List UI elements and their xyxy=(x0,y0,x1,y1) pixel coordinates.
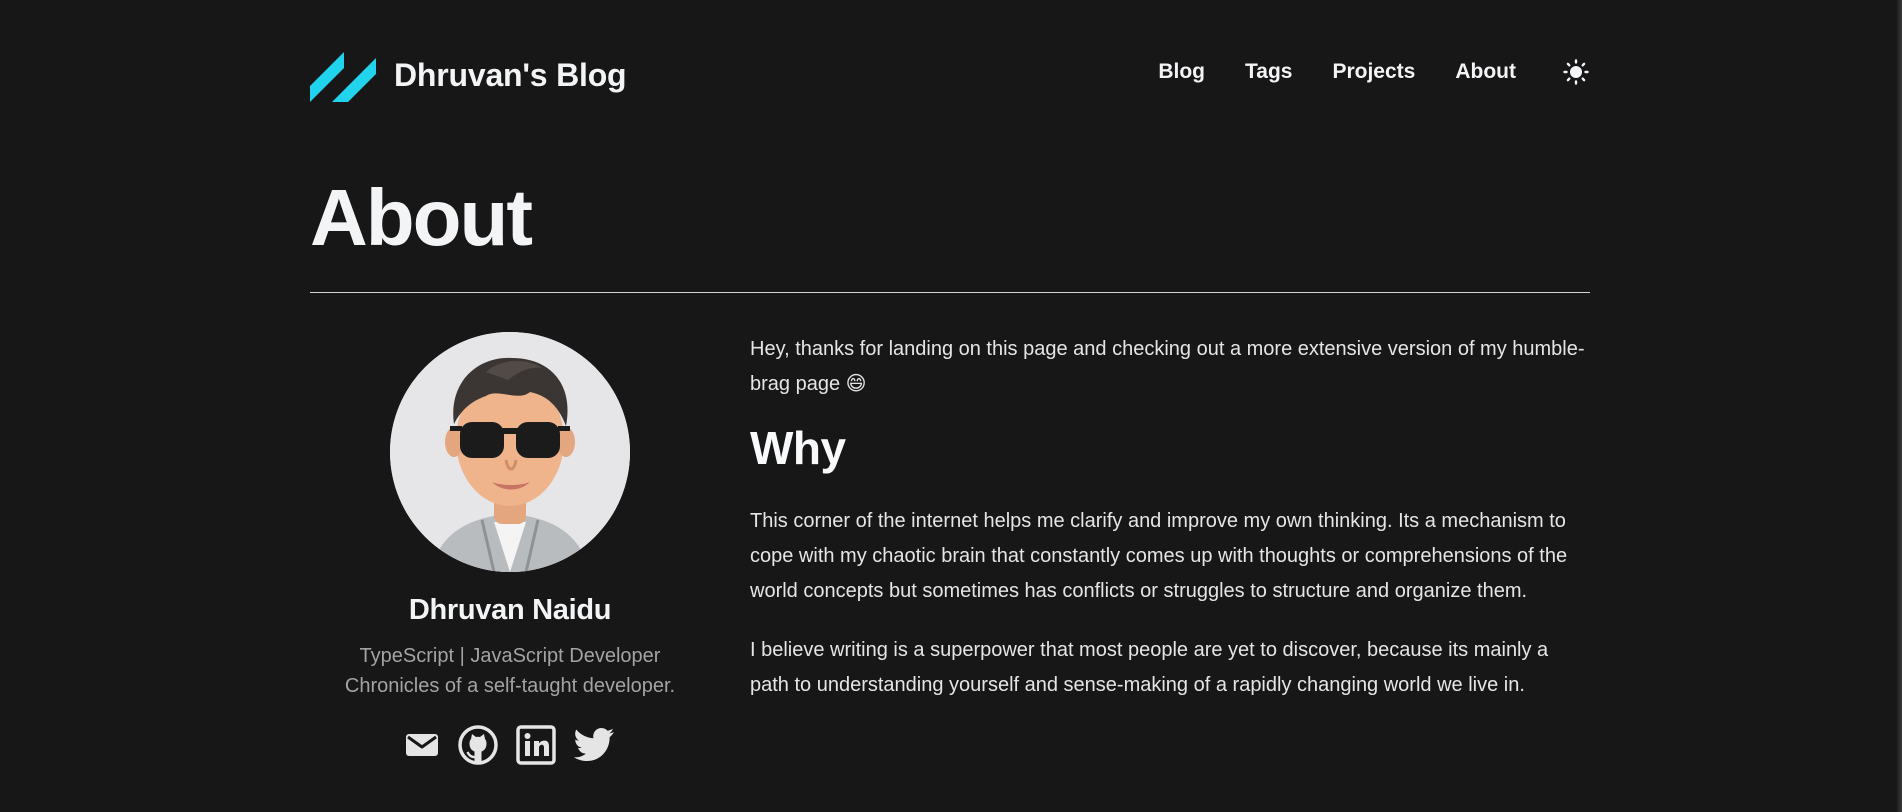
main-nav: Blog Tags Projects About xyxy=(1158,58,1590,86)
profile-role: TypeScript | JavaScript Developer xyxy=(359,645,661,667)
github-link[interactable] xyxy=(458,725,498,765)
why-paragraph-1: This corner of the internet helps me cla… xyxy=(750,510,1568,602)
nav-link-about[interactable]: About xyxy=(1455,60,1516,84)
theme-toggle-button[interactable] xyxy=(1562,58,1590,86)
site-title: Dhruvan's Blog xyxy=(394,56,627,93)
page: Dhruvan's Blog Blog Tags Projects About xyxy=(0,0,1902,812)
mail-icon xyxy=(406,734,438,756)
why-paragraph-2: I believe writing is a superpower that m… xyxy=(750,639,1549,696)
twitter-link[interactable] xyxy=(574,727,616,763)
nav-link-tags[interactable]: Tags xyxy=(1245,60,1292,84)
email-link[interactable] xyxy=(404,730,440,760)
about-content: Hey, thanks for landing on this page and… xyxy=(750,332,1590,703)
nav-link-projects[interactable]: Projects xyxy=(1332,60,1415,84)
main-container: Dhruvan's Blog Blog Tags Projects About xyxy=(310,0,1590,765)
nav-link-blog[interactable]: Blog xyxy=(1158,60,1205,84)
sun-icon xyxy=(1563,59,1589,85)
title-divider xyxy=(310,292,1590,293)
site-header: Dhruvan's Blog Blog Tags Projects About xyxy=(310,0,1590,150)
site-logo-link[interactable]: Dhruvan's Blog xyxy=(310,48,627,102)
profile-tagline: Chronicles of a self-taught developer. xyxy=(344,675,676,697)
profile-card: Dhruvan Naidu TypeScript | JavaScript De… xyxy=(310,332,710,765)
social-links xyxy=(310,725,710,765)
linkedin-icon xyxy=(516,725,556,765)
intro-paragraph: Hey, thanks for landing on this page and… xyxy=(750,338,1585,395)
github-icon xyxy=(458,725,498,765)
window-edge xyxy=(1896,0,1902,812)
linkedin-link[interactable] xyxy=(516,725,556,765)
page-title: About xyxy=(310,173,533,262)
logo-icon xyxy=(310,52,376,102)
twitter-icon xyxy=(574,728,614,761)
avatar-illustration xyxy=(390,332,630,572)
profile-name: Dhruvan Naidu xyxy=(408,594,612,626)
avatar xyxy=(390,332,630,572)
why-heading: Why xyxy=(750,422,846,474)
